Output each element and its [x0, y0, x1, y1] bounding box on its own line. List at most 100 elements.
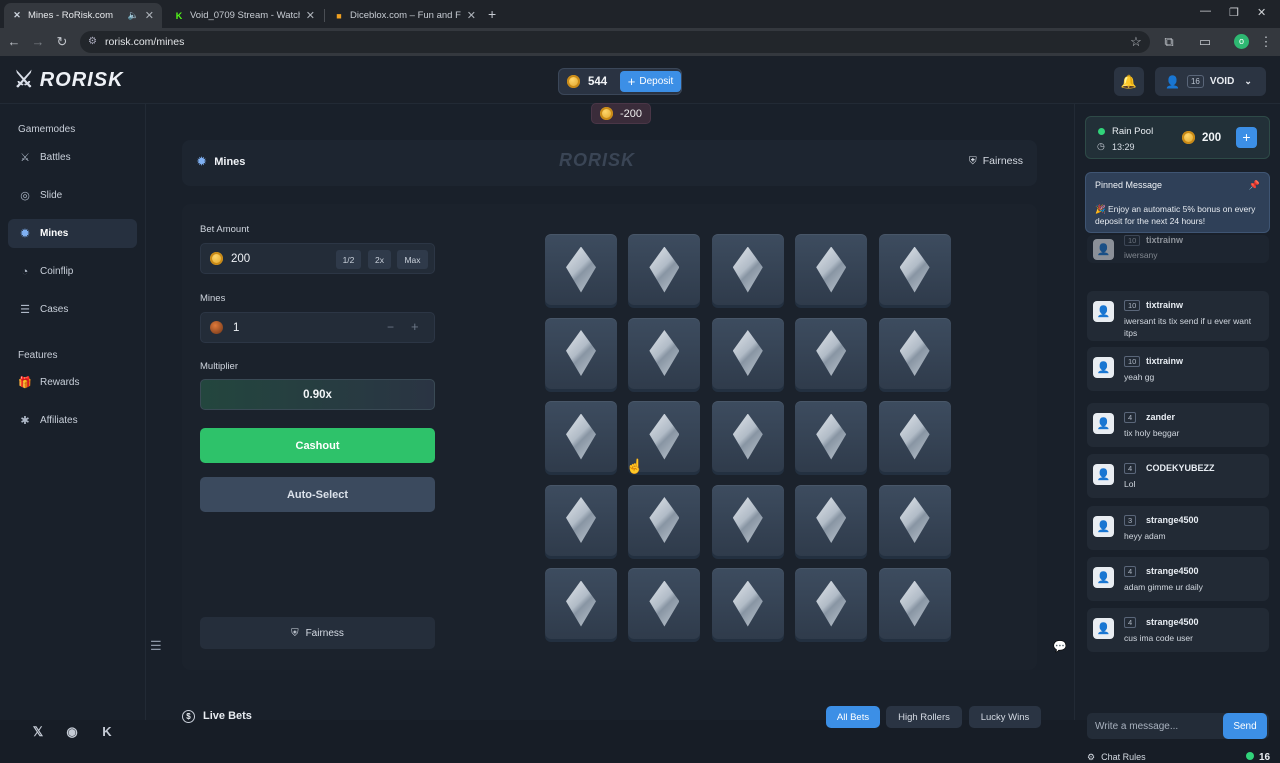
forward-icon[interactable]: → — [30, 34, 46, 50]
chat-message: 👤 10 tixtrainw iwersany — [1087, 235, 1269, 263]
browser-menu-icon[interactable]: ⋮ — [1258, 34, 1274, 50]
minus-button[interactable]: − — [387, 320, 394, 334]
user-avatar-icon[interactable]: 👤 — [1093, 516, 1114, 537]
minimize-icon[interactable]: — — [1200, 5, 1211, 17]
user-avatar-icon[interactable]: 👤 — [1093, 239, 1114, 260]
sidebar-item-coinflip[interactable]: ◔ Coinflip — [8, 257, 137, 286]
mine-tile[interactable] — [795, 401, 868, 472]
mine-tile[interactable] — [878, 568, 951, 639]
user-avatar-icon[interactable]: 👤 — [1093, 567, 1114, 588]
reload-icon[interactable]: ↻ — [54, 34, 70, 50]
mine-tile[interactable] — [795, 234, 868, 305]
mines-count-value: 1 — [233, 321, 240, 334]
mine-tile[interactable] — [795, 317, 868, 389]
sidebar-item-slide[interactable]: ◎ Slide — [8, 181, 137, 210]
kick-icon[interactable]: K — [94, 721, 120, 743]
x-twitter-icon[interactable]: 𝕏 — [25, 721, 51, 743]
chat-username[interactable]: strange4500 — [1146, 515, 1199, 525]
mine-tile[interactable] — [795, 484, 868, 556]
close-tab-icon[interactable]: ✕ — [306, 9, 315, 22]
browser-tab-bar: ✕ Mines - RoRisk.com 🔈 ✕ K Void_0709 Str… — [0, 0, 1280, 28]
mines-count-stepper[interactable]: 1 − + — [200, 312, 435, 343]
half-bet-button[interactable]: 1/2 — [336, 250, 361, 269]
mine-tile[interactable] — [545, 568, 617, 639]
rain-pool: Rain Pool ◷ 13:29 200 + — [1085, 116, 1270, 159]
restore-icon[interactable]: ❐ — [1229, 6, 1239, 19]
kick-favicon-icon: K — [175, 10, 183, 21]
mine-tile[interactable] — [628, 234, 701, 305]
back-icon[interactable]: ← — [6, 34, 22, 50]
mine-tile[interactable] — [878, 234, 951, 305]
user-menu[interactable]: 👤 16 VOID ⌄ — [1155, 67, 1266, 96]
chat-username[interactable]: tixtrainw — [1146, 356, 1183, 366]
auto-select-button[interactable]: Auto-Select — [200, 477, 435, 512]
mine-tile[interactable] — [795, 568, 868, 639]
cashout-button[interactable]: Cashout — [200, 428, 435, 463]
browser-tab-stream[interactable]: K Void_0709 Stream - Watch Live ✕ — [166, 3, 323, 28]
chat-username[interactable]: tixtrainw — [1146, 300, 1183, 310]
fairness-button[interactable]: ⛨ Fairness — [200, 617, 435, 649]
mine-tile[interactable] — [711, 401, 784, 472]
mine-tile[interactable] — [711, 234, 784, 305]
plus-button[interactable]: + — [411, 319, 419, 334]
logo[interactable]: ⚔ RORISK — [14, 68, 124, 92]
sidebar-item-battles[interactable]: ⚔ Battles — [8, 143, 137, 172]
chat-rules-link[interactable]: ⚙ Chat Rules — [1087, 752, 1146, 763]
url-field[interactable]: ⚙ rorisk.com/mines — [80, 31, 1150, 53]
sidebar-item-affiliates[interactable]: ✱ Affiliates — [8, 406, 137, 435]
mine-tile[interactable] — [711, 568, 784, 639]
discord-icon[interactable]: ◉ — [59, 721, 85, 743]
user-avatar-icon[interactable]: 👤 — [1093, 618, 1114, 639]
filter-lucky-wins[interactable]: Lucky Wins — [969, 706, 1041, 728]
sidebar-collapse-icon[interactable]: ☰ — [150, 638, 162, 654]
extensions-icon[interactable]: ⧉ — [1161, 34, 1177, 50]
filter-all-bets[interactable]: All Bets — [826, 706, 880, 728]
close-tab-icon[interactable]: ✕ — [145, 9, 154, 22]
sidebar-item-rewards[interactable]: 🎁 Rewards — [8, 368, 137, 397]
browser-tab-diceblox[interactable]: ■ Diceblox.com – Fun and Fair Ga ✕ — [326, 3, 484, 28]
sidebar-item-cases[interactable]: ☰ Cases — [8, 295, 137, 324]
close-window-icon[interactable]: ✕ — [1257, 6, 1266, 19]
profile-avatar[interactable]: o — [1234, 34, 1249, 49]
mine-tile[interactable] — [878, 401, 951, 472]
tip-rain-button[interactable]: + — [1236, 127, 1257, 148]
mine-tile[interactable] — [545, 484, 617, 556]
mine-tile[interactable] — [878, 317, 951, 389]
user-avatar-icon[interactable]: 👤 — [1093, 357, 1114, 378]
mine-tile[interactable] — [545, 234, 617, 305]
chat-username[interactable]: strange4500 — [1146, 617, 1199, 627]
deposit-button[interactable]: + Deposit — [620, 71, 681, 92]
double-bet-button[interactable]: 2x — [368, 250, 391, 269]
mine-tile[interactable] — [711, 317, 784, 389]
chat-username[interactable]: CODEKYUBEZZ — [1146, 463, 1215, 473]
max-bet-button[interactable]: Max — [397, 250, 428, 269]
bookmark-star-icon[interactable]: ☆ — [1128, 34, 1144, 50]
browser-tab-mines[interactable]: ✕ Mines - RoRisk.com 🔈 ✕ — [4, 3, 162, 28]
bet-amount-field[interactable]: 200 1/2 2x Max — [200, 243, 435, 274]
new-tab-icon[interactable]: + — [488, 6, 496, 22]
mine-tile[interactable] — [628, 484, 701, 556]
filter-high-rollers[interactable]: High Rollers — [886, 706, 962, 728]
chat-username[interactable]: strange4500 — [1146, 566, 1199, 576]
chat-username[interactable]: zander — [1146, 412, 1175, 422]
mine-tile[interactable] — [878, 484, 951, 556]
mine-tile[interactable] — [545, 317, 617, 389]
sidebar-item-mines[interactable]: ✹ Mines — [8, 219, 137, 248]
chat-username[interactable]: tixtrainw — [1146, 235, 1183, 245]
mouse-cursor-icon: ☝ — [626, 458, 644, 474]
user-avatar-icon[interactable]: 👤 — [1093, 301, 1114, 322]
fairness-link[interactable]: ⛨ Fairness — [969, 155, 1023, 168]
gem-icon — [732, 330, 763, 376]
mine-tile[interactable] — [711, 484, 784, 556]
notifications-bell-icon[interactable]: 🔔 — [1114, 67, 1144, 96]
mine-tile[interactable] — [545, 401, 617, 472]
mine-tile[interactable] — [628, 317, 701, 389]
cast-icon[interactable]: ▭ — [1197, 34, 1213, 50]
mine-tile[interactable] — [628, 568, 701, 639]
chat-toggle-icon[interactable]: 💬 — [1053, 640, 1067, 653]
user-avatar-icon[interactable]: 👤 — [1093, 413, 1114, 434]
send-button[interactable]: Send — [1223, 713, 1267, 739]
close-tab-icon[interactable]: ✕ — [467, 9, 476, 22]
user-avatar-icon[interactable]: 👤 — [1093, 464, 1114, 485]
site-info-icon[interactable]: ⚙ — [88, 36, 99, 47]
